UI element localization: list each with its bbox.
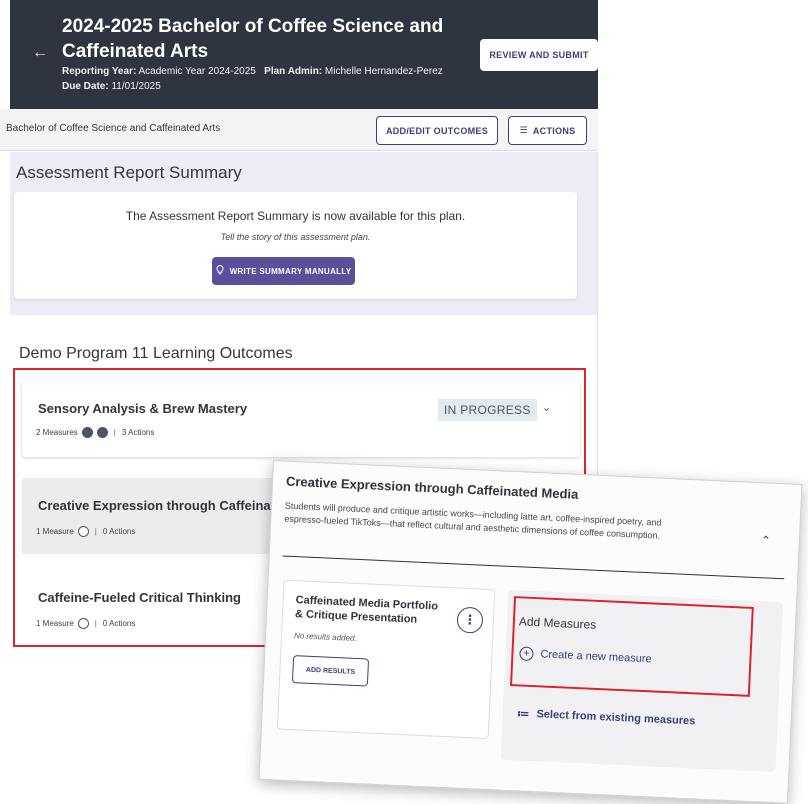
separator: | [94,619,97,628]
measure-status-icon [77,618,89,629]
reporting-info: Reporting Year: Academic Year 2024-2025 … [62,66,443,77]
create-measure-highlight [509,596,754,697]
plan-admin-value: Michelle Hernandez-Perez [324,66,443,77]
outcome-title: Caffeine-Fueled Critical Thinking [38,590,241,605]
actions-button-label: ACTIONS [532,125,576,136]
add-results-button[interactable]: ADD RESULTS [291,655,370,687]
write-summary-label: WRITE SUMMARY MANUALLY [229,266,352,276]
plus-circle-icon: + [519,646,534,662]
actions-count: 3 Actions [121,428,155,437]
plan-name: Bachelor of Coffee Science and Caffeinat… [6,123,221,134]
separator: | [113,428,116,437]
due-date-info: Due Date: 11/01/2025 [62,81,161,92]
section-heading: Assessment Report Summary [16,163,242,182]
arrow-left-icon[interactable]: ← [32,44,48,62]
outcome-description: Students will produce and critique artis… [284,500,662,541]
checklist-icon: ≔ [516,706,530,721]
outcomes-heading: Demo Program 11 Learning Outcomes [19,345,293,362]
due-date-label: Due Date: [62,81,109,92]
status-badge: IN PROGRESS [438,399,537,421]
review-and-submit-button[interactable]: REVIEW AND SUBMIT [480,39,598,71]
write-summary-button[interactable]: WRITE SUMMARY MANUALLY [212,257,355,285]
page-title: 2024-2025 Bachelor of Coffee Science and… [62,16,444,62]
summary-prompt: Tell the story of this assessment plan. [220,232,371,242]
outcome-detail-title: Creative Expression through Caffeinated … [285,473,579,502]
reporting-year-value: Academic Year 2024-2025 [138,66,256,77]
more-vertical-icon[interactable]: ⋮ [456,606,484,634]
measures-count: 1 Measure [36,527,74,536]
chevron-down-icon[interactable]: ⌄ [542,401,551,414]
measure-card: Caffeinated Media Portfolio & Critique P… [276,579,496,740]
outcome-meta: 1 Measure | 0 Actions [36,526,135,537]
assessment-summary-section: Assessment Report Summary The Assessment… [10,152,598,315]
measure-status-icon [77,526,89,537]
add-edit-outcomes-button[interactable]: ADD/EDIT OUTCOMES [376,116,498,145]
add-measures-panel: Add Measures + Create a new measure ≔ Se… [500,589,784,773]
plan-header: ← 2024-2025 Bachelor of Coffee Science a… [10,0,598,109]
reporting-year-label: Reporting Year: [62,66,137,77]
actions-button[interactable]: ☰ ACTIONS [508,116,587,145]
measure-results-status: No results added. [293,631,357,643]
due-date-value: 11/01/2025 [111,81,161,92]
measure-title: Caffeinated Media Portfolio & Critique P… [294,594,439,626]
outcome-title: Creative Expression through Caffeinat [38,498,275,513]
plan-subbar: Bachelor of Coffee Science and Caffeinat… [0,109,598,151]
select-measures-label: Select from existing measures [536,708,696,728]
outcome-card[interactable]: Sensory Analysis & Brew Mastery 2 Measur… [22,381,580,457]
list-icon: ☰ [519,125,528,135]
outcome-title: Sensory Analysis & Brew Mastery [38,401,248,416]
measure-status-icon [96,427,108,438]
plan-admin-label: Plan Admin: [264,66,323,77]
outcome-meta: 1 Measure | 0 Actions [36,618,135,629]
actions-count: 0 Actions [102,527,136,536]
select-existing-measures-link[interactable]: ≔ Select from existing measures [516,706,695,728]
divider [282,555,785,580]
lightbulb-icon [216,265,224,277]
summary-message: The Assessment Report Summary is now ava… [125,209,466,223]
separator: | [94,527,97,536]
measure-status-icon [81,427,93,438]
outcome-detail-zoom: Creative Expression through Caffeinated … [258,460,803,804]
chevron-up-icon[interactable]: ⌃ [761,533,772,547]
outcome-meta: 2 Measures | 3 Actions [36,427,154,438]
measures-count: 1 Measure [36,619,74,628]
measures-count: 2 Measures [36,428,78,437]
actions-count: 0 Actions [102,619,136,628]
summary-card: The Assessment Report Summary is now ava… [14,192,577,299]
